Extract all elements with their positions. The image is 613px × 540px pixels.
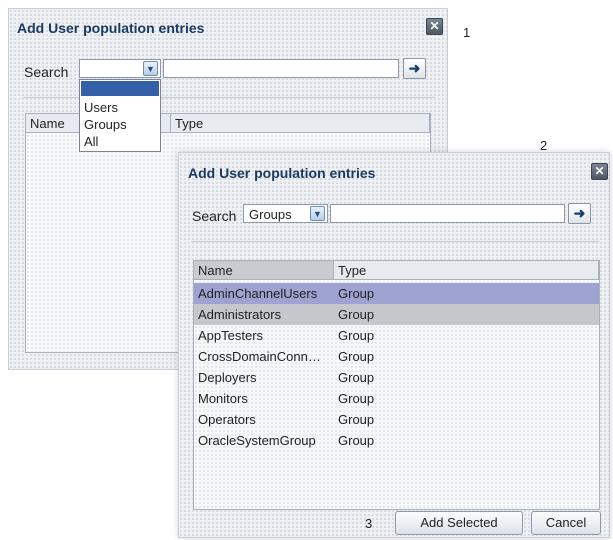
row-type: Group (338, 412, 375, 427)
dropdown-option-groups[interactable]: Groups (81, 117, 159, 132)
divider (191, 241, 599, 242)
table-row[interactable]: Administrators Group (194, 304, 599, 325)
column-header-type[interactable]: Type (171, 114, 430, 133)
search-type-value: Groups (249, 207, 292, 222)
row-name: AdminChannelUsers (198, 286, 318, 301)
add-selected-button[interactable]: Add Selected (395, 511, 523, 535)
dropdown-option-blank[interactable] (81, 81, 159, 96)
table-row[interactable]: Operators Group (194, 409, 599, 430)
step-number-2: 2 (540, 138, 548, 153)
column-header-type[interactable]: Type (334, 261, 599, 280)
search-label: Search (192, 208, 237, 224)
row-name: Deployers (198, 370, 257, 385)
cancel-button[interactable]: Cancel (531, 511, 601, 535)
search-go-button[interactable]: ➜ (403, 58, 426, 79)
table-row[interactable]: Deployers Group (194, 367, 599, 388)
close-icon[interactable]: ✕ (426, 18, 443, 35)
search-label: Search (24, 64, 69, 80)
search-type-select[interactable]: Groups ▼ (243, 204, 328, 223)
row-type: Group (338, 328, 375, 343)
step-number-1: 1 (463, 25, 471, 40)
chevron-down-icon[interactable]: ▼ (310, 206, 325, 221)
table-row[interactable]: AdminChannelUsers Group (194, 283, 599, 304)
row-type: Group (338, 349, 375, 364)
row-type: Group (338, 391, 375, 406)
row-type: Group (338, 433, 375, 448)
row-type: Group (338, 286, 375, 301)
dropdown-option-all[interactable]: All (81, 134, 159, 149)
table-row[interactable]: Monitors Group (194, 388, 599, 409)
chevron-down-icon[interactable]: ▼ (143, 61, 158, 76)
search-type-dropdown: Users Groups All (79, 79, 161, 152)
table-row[interactable]: OracleSystemGroup Group (194, 430, 599, 451)
row-name: CrossDomainConn… (198, 349, 321, 364)
dialog-add-user-population-2: Add User population entries ✕ Search Gro… (178, 152, 610, 538)
column-header-name[interactable]: Name (194, 261, 334, 280)
dialog-title: Add User population entries (17, 20, 205, 36)
row-name: Operators (198, 412, 256, 427)
row-name: Administrators (198, 307, 282, 322)
search-input[interactable] (330, 204, 565, 223)
search-type-select[interactable]: ▼ (79, 59, 161, 78)
row-name: AppTesters (198, 328, 264, 343)
search-go-button[interactable]: ➜ (568, 203, 591, 224)
table-row[interactable]: AppTesters Group (194, 325, 599, 346)
step-number-3: 3 (365, 516, 373, 531)
row-name: Monitors (198, 391, 248, 406)
row-type: Group (338, 307, 375, 322)
dropdown-option-users[interactable]: Users (81, 100, 159, 115)
dialog-title: Add User population entries (188, 165, 376, 181)
results-table: Name Type AdminChannelUsers Group Admini… (193, 260, 600, 510)
row-type: Group (338, 370, 375, 385)
close-icon[interactable]: ✕ (591, 163, 608, 180)
search-input[interactable] (163, 59, 399, 78)
table-row[interactable]: CrossDomainConn… Group (194, 346, 599, 367)
row-name: OracleSystemGroup (198, 433, 316, 448)
